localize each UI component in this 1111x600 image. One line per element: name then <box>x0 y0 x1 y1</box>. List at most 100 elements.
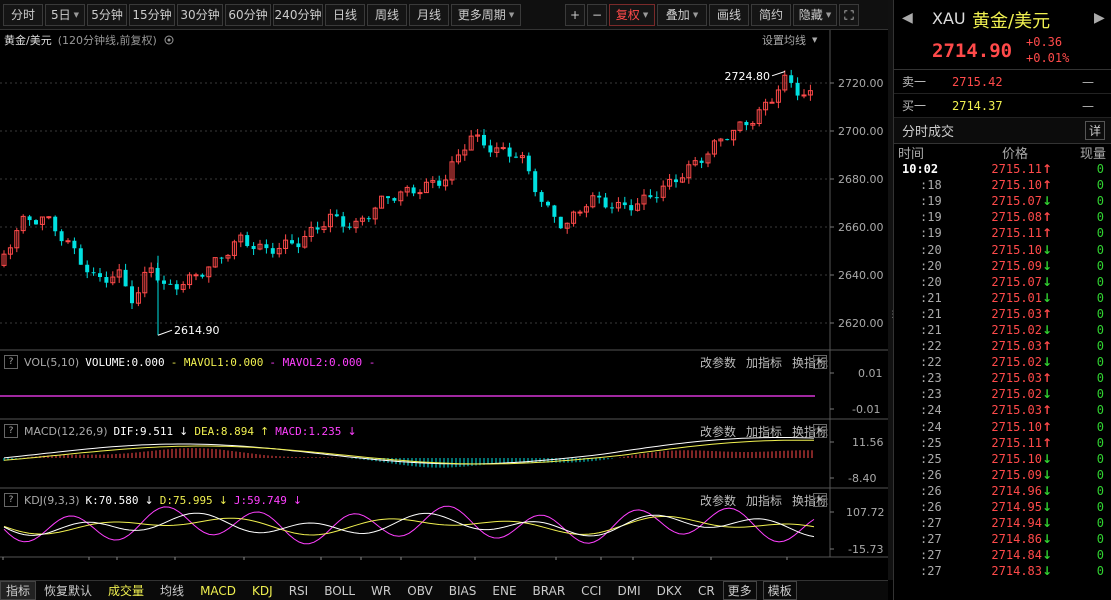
hide-button[interactable]: 隐藏 ▼ <box>793 3 837 26</box>
dkx-tab[interactable]: DKX <box>649 584 690 598</box>
macd-tab[interactable]: MACD <box>192 584 244 598</box>
bid-price: 2714.37 <box>952 98 1003 113</box>
detail-button[interactable]: 详 <box>1084 121 1105 140</box>
reset-default-button[interactable]: 恢复默认 <box>36 582 100 599</box>
obv-tab[interactable]: OBV <box>399 584 441 598</box>
price-tick-label: 2640.00 <box>838 269 884 282</box>
candle-body <box>507 147 512 157</box>
arrow-down-icon: ↓ <box>1042 355 1053 370</box>
change-params-button[interactable]: 改参数 <box>700 354 736 371</box>
trade-row: :22 2715.02 ↓ 0 <box>894 354 1111 370</box>
period-day-button[interactable]: 日线 <box>325 3 365 26</box>
zoom-in-button[interactable]: + <box>565 3 585 26</box>
trade-time: :20 <box>920 242 942 257</box>
gear-icon[interactable] <box>163 34 175 46</box>
ma-settings-button[interactable]: 设置均线 ▼ <box>762 32 817 48</box>
rsi-tab[interactable]: RSI <box>281 584 317 598</box>
bias-tab[interactable]: BIAS <box>441 584 485 598</box>
help-icon[interactable]: ? <box>4 493 18 507</box>
fuquan-button[interactable]: 复权 ▼ <box>609 3 655 26</box>
trade-time: :20 <box>920 274 942 289</box>
period-month-button[interactable]: 月线 <box>409 3 449 26</box>
change-params-button[interactable]: 改参数 <box>700 492 736 509</box>
overlay-button[interactable]: 叠加 ▼ <box>657 3 707 26</box>
cr-tab[interactable]: CR <box>690 584 723 598</box>
close-icon[interactable]: ✕ <box>813 424 827 438</box>
trade-time: :20 <box>920 258 942 273</box>
add-indicator-button[interactable]: 加指标 <box>746 354 782 371</box>
template-button[interactable]: 模板 <box>762 581 797 600</box>
trade-time: :23 <box>920 371 942 386</box>
kdj-tick-label: -15.73 <box>848 543 883 556</box>
symbol-name: 黄金/美元 <box>972 11 1051 32</box>
trade-price: 2715.09 <box>991 467 1042 482</box>
trade-time: :18 <box>920 178 942 193</box>
draw-line-button[interactable]: 画线 <box>709 3 749 26</box>
period-5min-button[interactable]: 5分钟 <box>87 3 127 26</box>
zoom-out-button[interactable]: − <box>587 3 607 26</box>
kdj-tab[interactable]: KDJ <box>244 584 281 598</box>
add-indicator-button[interactable]: 加指标 <box>746 492 782 509</box>
arrow-down-icon: ↓ <box>347 424 357 438</box>
help-icon[interactable]: ? <box>4 424 18 438</box>
arrow-up-icon: ↑ <box>259 424 270 438</box>
period-60min-button[interactable]: 60分钟 <box>225 3 271 26</box>
arrow-down-icon: ↓ <box>1042 274 1053 289</box>
trade-price: 2715.07 <box>991 274 1042 289</box>
trade-row: :19 2715.08 ↑ 0 <box>894 209 1111 225</box>
brar-tab[interactable]: BRAR <box>525 584 574 598</box>
period-week-button[interactable]: 周线 <box>367 3 407 26</box>
trade-price: 2715.01 <box>991 290 1042 305</box>
chart-area: 2720.00 2700.00 2680.00 2660.00 2640.00 2620.… <box>0 30 888 560</box>
trade-volume: 0 <box>1096 467 1104 482</box>
close-icon[interactable]: ✕ <box>813 493 827 507</box>
trade-volume: 0 <box>1096 403 1104 418</box>
candle-body <box>801 94 807 97</box>
boll-tab[interactable]: BOLL <box>316 584 363 598</box>
quote-header: ◀ ▶ XAU 黄金/美元 2714.90 +0.36 +0.01% <box>894 0 1111 70</box>
volume-tab[interactable]: 成交量 <box>100 582 152 599</box>
trades-list[interactable]: 10:02 2715.11 ↑ 0:18 2715.10 ↑ 0:19 2715.07 ↓ 0:1… <box>894 161 1111 579</box>
period-30min-button[interactable]: 30分钟 <box>177 3 223 26</box>
cci-tab[interactable]: CCI <box>573 584 609 598</box>
add-indicator-button[interactable]: 加指标 <box>746 423 782 440</box>
arrow-down-icon: ↓ <box>144 493 154 507</box>
candle-body <box>245 235 250 246</box>
indicator-bar: 指标 恢复默认 成交量 均线 MACD KDJ RSI BOLL WR OBV … <box>0 580 888 600</box>
help-icon[interactable]: ? <box>4 355 18 369</box>
period-label: 5日 <box>50 8 71 22</box>
period-15min-button[interactable]: 15分钟 <box>129 3 175 26</box>
chart-canvas[interactable]: 2720.00 2700.00 2680.00 2660.00 2640.00 2620.… <box>0 30 888 560</box>
trade-volume: 0 <box>1096 306 1104 321</box>
symbol-code: XAU <box>932 9 966 28</box>
period-240min-button[interactable]: 240分钟 <box>273 3 323 26</box>
low-pointer <box>157 329 173 336</box>
period-fenshi-button[interactable]: 分时 <box>3 3 43 26</box>
simple-mode-button[interactable]: 简约 <box>751 3 791 26</box>
next-symbol-icon[interactable]: ▶ <box>1094 10 1105 26</box>
d-line <box>3 515 815 536</box>
fullscreen-button[interactable] <box>839 3 859 26</box>
dmi-tab[interactable]: DMI <box>609 584 648 598</box>
trades-title: 分时成交 <box>902 125 955 140</box>
candle-body <box>130 286 134 304</box>
prev-symbol-icon[interactable]: ◀ <box>902 10 913 26</box>
trade-row: :27 2714.86 ↓ 0 <box>894 531 1111 547</box>
indicator-tab[interactable]: 指标 <box>0 581 37 600</box>
kdj-actions: 改参数 加指标 换指标 <box>700 492 828 509</box>
close-icon[interactable]: ✕ <box>813 355 827 369</box>
ma-tab[interactable]: 均线 <box>152 582 192 599</box>
period-more-button[interactable]: 更多周期 ▼ <box>451 3 521 26</box>
period-5day-button[interactable]: 5日 ▼ <box>45 3 85 26</box>
candle-body <box>386 196 390 199</box>
wr-tab[interactable]: WR <box>363 584 399 598</box>
arrow-down-icon: ↓ <box>1042 564 1053 579</box>
change-params-button[interactable]: 改参数 <box>700 423 736 440</box>
ene-tab[interactable]: ENE <box>484 584 524 598</box>
more-indicators-button[interactable]: 更多 <box>722 581 757 600</box>
candle-body <box>558 216 563 229</box>
trade-time: :22 <box>920 355 942 370</box>
app-window: 分时 5日 ▼ 5分钟 15分钟 30分钟 60分钟 240分钟 日线 周线 月线… <box>0 0 1111 600</box>
trade-time: :19 <box>920 194 942 209</box>
arrow-down-icon: ↓ <box>1042 387 1053 402</box>
